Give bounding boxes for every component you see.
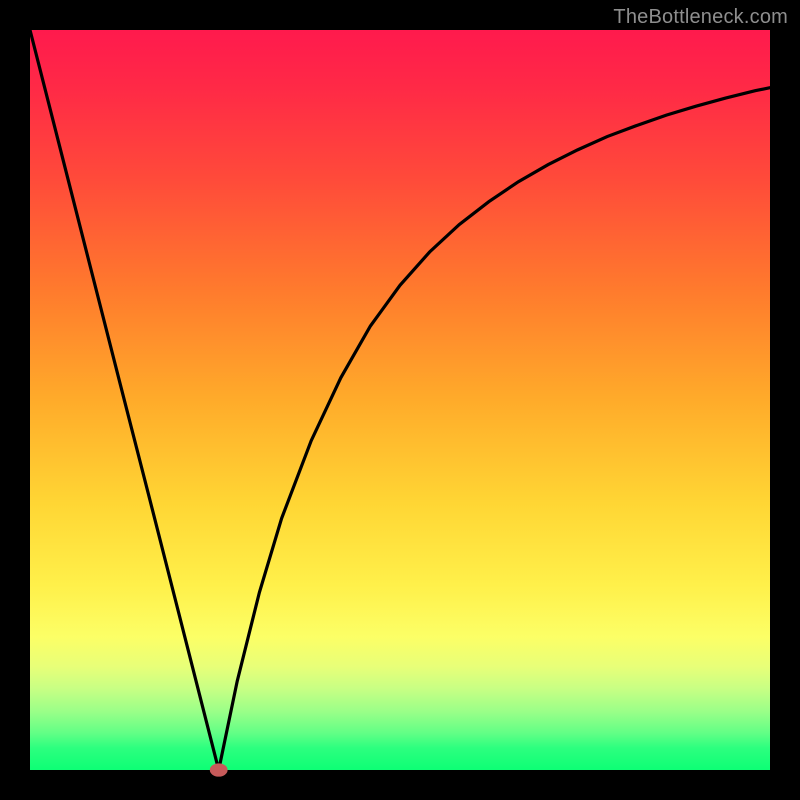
curve-right-branch xyxy=(219,88,770,770)
curve-left-branch xyxy=(30,30,219,770)
minimum-marker xyxy=(210,763,228,776)
watermark-text: TheBottleneck.com xyxy=(613,6,788,29)
chart-frame: TheBottleneck.com xyxy=(0,0,800,800)
chart-svg xyxy=(30,30,770,770)
